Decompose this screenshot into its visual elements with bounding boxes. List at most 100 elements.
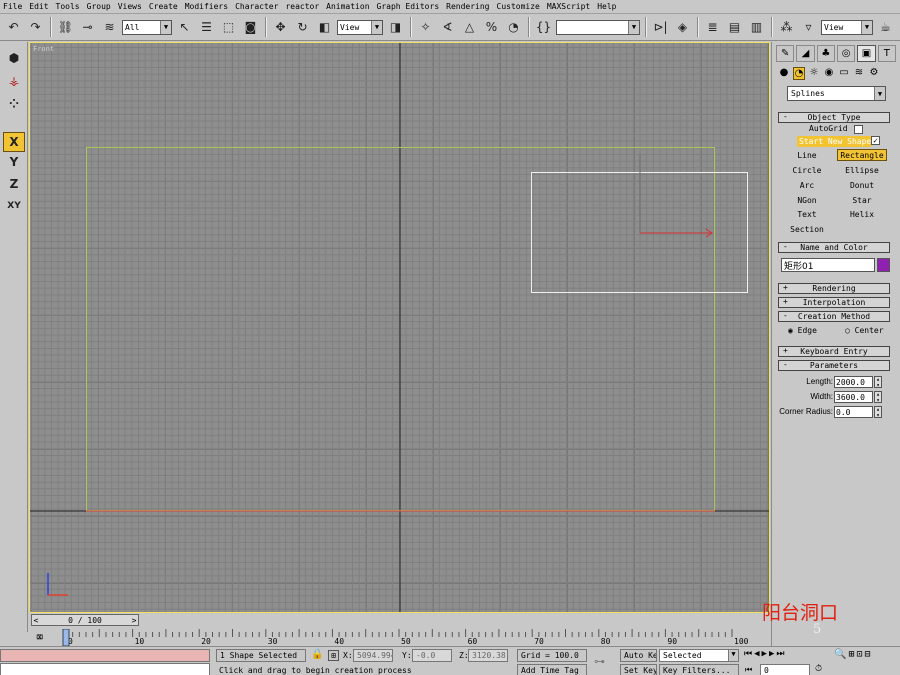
window-crossing-icon[interactable]: ◙ [241,18,260,37]
section-button[interactable]: Section [782,223,832,235]
parameters-rollout[interactable]: - Parameters [778,360,890,371]
create-tab-icon[interactable]: ✎ [776,45,795,62]
select-and-link-icon[interactable]: ⛓ [56,18,75,37]
ellipse-button[interactable]: Ellipse [837,164,887,176]
motion-tab-icon[interactable]: ◎ [836,45,856,62]
menu-group[interactable]: Group [87,2,111,11]
line-button[interactable]: Line [782,149,832,161]
ngon-button[interactable]: NGon [782,194,832,206]
menu-edit[interactable]: Edit [29,2,48,11]
key-filters-button[interactable]: Key Filters... [659,664,739,675]
y-coordinate-field[interactable]: -0.0 [412,649,452,662]
helix-button[interactable]: Helix [837,208,887,220]
key-mode-dropdown[interactable]: Selected ▼ [659,649,739,662]
text-button[interactable]: Text [782,208,832,220]
curve-editor-icon[interactable]: ▤ [725,18,744,37]
key-mode-toggle-icon[interactable]: ⏮ [745,665,752,675]
layer-manager-icon[interactable]: ≣ [703,18,722,37]
star-button[interactable]: Star [837,194,887,206]
particles-icon[interactable]: ⁘ [3,94,25,114]
slider-prev-icon[interactable]: < [31,614,41,626]
length-spinner[interactable]: ▴ ▾ [874,376,882,389]
bind-space-warp-icon[interactable]: ≋ [100,18,119,37]
menu-reactor[interactable]: reactor [285,2,319,11]
utilities-tab-icon[interactable]: T [877,45,896,62]
cameras-icon[interactable]: ◉ [823,67,835,80]
select-by-name-icon[interactable]: ☰ [197,18,216,37]
previous-frame-icon[interactable]: ◀ [754,649,761,659]
snap-toggle-icon[interactable]: ∢ [438,18,457,37]
selection-filter-dropdown[interactable]: All ▼ [122,19,172,35]
mirror-icon[interactable]: ⊳| [651,18,670,37]
axis-y-button[interactable]: Y [3,152,25,172]
width-spinner[interactable]: ▴ ▾ [874,391,882,404]
helpers-icon[interactable]: ▭ [838,67,850,80]
time-config-icon[interactable]: ⏱ [815,664,822,674]
render-scene-icon[interactable]: ▿ [799,18,818,37]
unlink-icon[interactable]: ⊸ [78,18,97,37]
start-new-shape-checkbox[interactable]: ✓ [871,136,880,145]
object-type-rollout[interactable]: - Object Type [778,112,890,123]
lock-selection-icon[interactable]: 🔒 [311,649,323,660]
zoom-extents-all-icon[interactable]: ⊟ [865,649,873,660]
align-icon[interactable]: ◈ [673,18,692,37]
shape-category-dropdown[interactable]: Splines ▼ [787,86,886,101]
select-scale-icon[interactable]: ◧ [315,18,334,37]
schematic-view-icon[interactable]: ▥ [747,18,766,37]
reference-coord-dropdown[interactable]: View ▼ [337,19,383,35]
spinner-snap-icon[interactable]: ◔ [504,18,523,37]
interpolation-rollout[interactable]: + Interpolation [778,297,890,308]
lights-icon[interactable]: ☼ [808,67,820,80]
quick-render-icon[interactable]: ☕ [876,18,895,37]
length-field[interactable]: 2000.0 [834,376,873,388]
add-time-tag-button[interactable]: Add Time Tag [517,664,587,675]
menu-rendering[interactable]: Rendering [446,2,489,11]
select-move-icon[interactable]: ✥ [271,18,290,37]
render-shade-icon[interactable]: ⚶ [3,71,25,91]
menu-character[interactable]: Character [235,2,278,11]
menu-maxscript[interactable]: MAXScript [547,2,590,11]
z-coordinate-field[interactable]: 3120.38 [468,649,508,662]
space-warps-icon[interactable]: ≋ [853,67,865,80]
rendering-rollout[interactable]: + Rendering [778,283,890,294]
render-type-dropdown[interactable]: View ▼ [821,19,873,35]
percent-snap-icon[interactable]: % [482,18,501,37]
center-radio[interactable]: ○ Center [845,326,884,335]
go-to-start-icon[interactable]: ⏮ [744,649,754,659]
menu-views[interactable]: Views [118,2,142,11]
time-slider[interactable]: < 0 / 100 > [31,614,139,626]
play-icon[interactable]: ▶ [762,649,769,659]
slider-next-icon[interactable]: > [129,614,139,626]
named-selection-dropdown[interactable]: ▼ [556,19,640,35]
object-name-input[interactable]: 矩形01 [781,258,875,272]
select-object-icon[interactable]: ↖ [175,18,194,37]
manipulate-icon[interactable]: ✧ [416,18,435,37]
time-thumb[interactable] [62,629,70,646]
x-coordinate-field[interactable]: 5094.994 [353,649,393,662]
menu-customize[interactable]: Customize [497,2,540,11]
menu-animation[interactable]: Animation [326,2,369,11]
menu-graph-editors[interactable]: Graph Editors [377,2,440,11]
menu-help[interactable]: Help [597,2,616,11]
go-to-end-icon[interactable]: ⏭ [776,649,786,659]
cube-icon[interactable]: ⬢ [3,48,25,68]
axis-x-button[interactable]: X [3,132,25,152]
name-and-color-rollout[interactable]: - Name and Color [778,242,890,253]
systems-icon[interactable]: ⚙ [868,67,880,80]
menu-tools[interactable]: Tools [56,2,80,11]
set-key-button[interactable]: Set Key [620,664,657,675]
creation-method-rollout[interactable]: - Creation Method [778,311,890,322]
corner-radius-field[interactable]: 0.0 [834,406,873,418]
corner-radius-spinner[interactable]: ▴ ▾ [874,406,882,419]
rectangular-selection-icon[interactable]: ⬚ [219,18,238,37]
width-field[interactable]: 3600.0 [834,391,873,403]
set-key-icon[interactable]: ⊶ [594,655,605,668]
arc-button[interactable]: Arc [782,179,832,191]
object-color-swatch[interactable] [877,258,890,272]
current-frame-field[interactable]: 0 [760,664,810,675]
rectangle-button[interactable]: Rectangle [837,149,887,161]
undo-icon[interactable]: ↶ [4,18,23,37]
menu-create[interactable]: Create [149,2,178,11]
material-editor-icon[interactable]: ⁂ [777,18,796,37]
autogrid-checkbox[interactable] [854,125,863,134]
